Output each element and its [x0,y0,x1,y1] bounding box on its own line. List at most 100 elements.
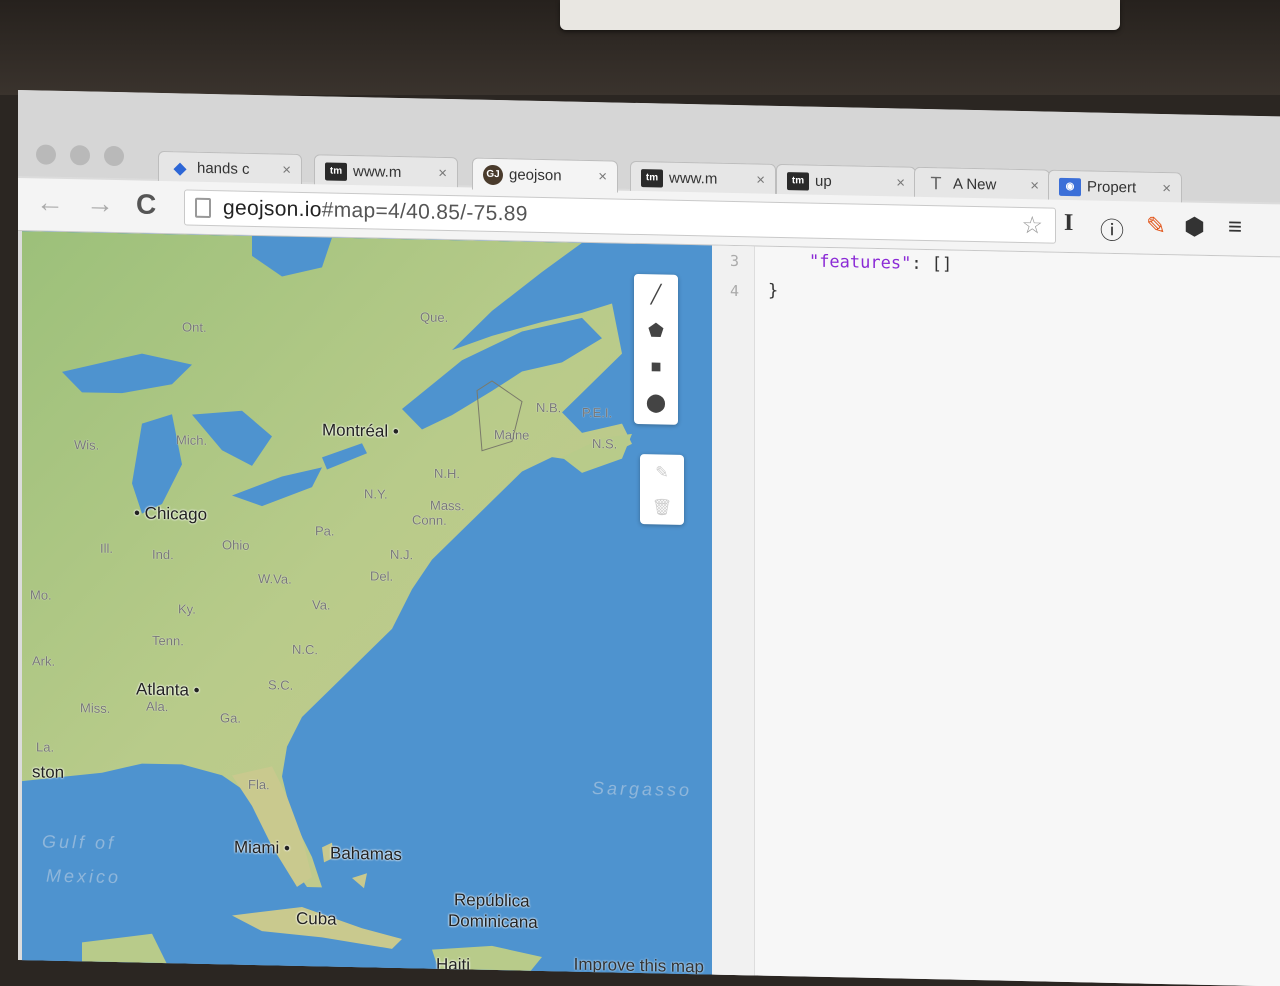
tab-close-icon[interactable]: × [1030,177,1039,194]
map-label: Ark. [32,653,56,669]
map-label: Va. [312,597,331,613]
github-icon: ◉ [1059,177,1081,196]
map-label: Sargasso [592,778,693,801]
map-label: República [454,890,530,911]
line-number: 3 [730,251,740,271]
back-button[interactable]: ← [36,186,64,219]
browser-window: ◆ hands c × tm www.m × GJ geojson × tm www.m × tm up ×… [18,90,1280,986]
json-value: : [] [911,253,953,275]
map-label: Atlanta • [136,679,200,700]
tab-close-icon[interactable]: × [282,162,291,179]
map-label: Montréal • [322,420,399,441]
map-label: Ala. [146,698,169,715]
tab-3[interactable]: GJ geojson × [472,157,618,193]
map-label: Wis. [74,437,100,453]
draw-marker-icon[interactable]: ⬤ [634,384,678,421]
tab-close-icon[interactable]: × [438,165,447,182]
map-label: ston [32,762,65,782]
tab-close-icon[interactable]: × [598,168,607,185]
json-value: } [768,280,779,301]
url-host: geojson.io [223,196,322,222]
map-label: Miss. [80,700,111,716]
map-label: Ind. [152,546,174,563]
extension-hex-icon[interactable]: ⬢ [1184,212,1205,241]
edit-layers-icon[interactable]: ✎ [640,454,684,490]
delete-layers-icon[interactable]: 🗑 [640,489,684,525]
map-label: Conn. [412,512,447,528]
geojson-icon: GJ [483,164,503,185]
draw-polygon-icon[interactable]: ⬟ [634,312,678,349]
tab-close-icon[interactable]: × [1162,180,1171,197]
line-number: 4 [730,281,740,301]
map-label: La. [36,739,55,755]
map-label: Que. [420,309,449,326]
map-tiles [22,231,712,986]
map-label: S.C. [268,677,294,693]
projector-screen-housing [560,0,1120,30]
draw-line-icon[interactable]: ╱ [634,276,678,313]
map-label: Mexico [46,865,122,888]
map-label: Ky. [178,601,196,617]
map-label: Tenn. [152,632,184,649]
map-label: Mich. [176,432,208,448]
tab-label: A New [953,175,997,194]
minimize-window-icon[interactable] [70,145,90,166]
tab-label: up [815,172,832,191]
close-window-icon[interactable] [36,144,56,165]
code-line[interactable]: } [768,281,778,301]
tab-close-icon[interactable]: × [896,174,905,191]
map-label: Dominicana [448,911,538,932]
map-label: Mass. [430,497,465,514]
extension-badge-icon[interactable]: ✎ [1146,212,1166,241]
tm-icon: tm [787,171,809,191]
address-bar[interactable]: geojson.io#map=4/40.85/-75.89 ☆ [184,189,1056,244]
json-editor[interactable]: 3 "features": [] 4} [712,245,1280,986]
map-view[interactable]: Ont. Que. Wis. Mich. Montréal • N.B. P.E.I. Mai… [22,231,712,986]
page-icon [195,197,211,219]
draw-rectangle-icon[interactable]: ■ [634,348,678,385]
map-label: N.C. [292,641,318,658]
code-line[interactable]: "features": [] [768,251,952,275]
bookmark-star-icon[interactable]: ☆ [1021,211,1043,240]
forward-button[interactable]: → [86,187,114,220]
map-label: Ohio [222,537,250,553]
onepassword-icon[interactable]: ⓘ [1100,211,1124,247]
url-hash: #map=4/40.85/-75.89 [321,198,528,226]
tab-label: www.m [353,163,402,182]
edit-toolbar: ✎ 🗑 [640,454,684,525]
map-label: N.Y. [364,486,388,502]
draw-toolbar: ╱ ⬟ ■ ⬤ [634,273,678,425]
tab-label: hands c [197,159,250,178]
instapaper-icon[interactable]: I [1064,210,1073,237]
map-label: Pa. [315,523,335,539]
tm-icon: tm [641,168,663,188]
improve-map-link[interactable]: Improve this map [574,955,704,978]
zoom-window-icon[interactable] [104,145,124,167]
menu-icon[interactable]: ≡ [1228,213,1242,241]
tab-close-icon[interactable]: × [756,171,765,188]
map-label: N.J. [390,546,414,563]
map-label: Ont. [182,319,207,335]
reload-button[interactable]: C [136,188,156,220]
map-label: Gulf of [42,831,117,854]
tm-icon: tm [325,161,347,181]
tab-label: www.m [669,169,718,188]
map-label: Ga. [220,710,241,726]
map-label: Mo. [30,587,52,603]
map-label: N.H. [434,465,460,482]
line-number-gutter [712,245,755,986]
tab-label: geojson [509,166,562,185]
hands-icon: ◆ [173,159,187,178]
map-label: Maine [494,426,530,443]
map-label: W.Va. [258,571,292,587]
map-label: N.B. [536,399,562,416]
tab-label: Propert [1087,178,1137,197]
map-label: Haiti [436,954,471,975]
map-label: P.E.I. [582,404,613,421]
map-label: Fla. [248,776,270,793]
json-key: "features" [808,251,912,274]
map-label: Miami • [234,837,291,858]
url-text[interactable]: geojson.io#map=4/40.85/-75.89 [223,196,528,226]
typo-icon: T [930,173,942,194]
